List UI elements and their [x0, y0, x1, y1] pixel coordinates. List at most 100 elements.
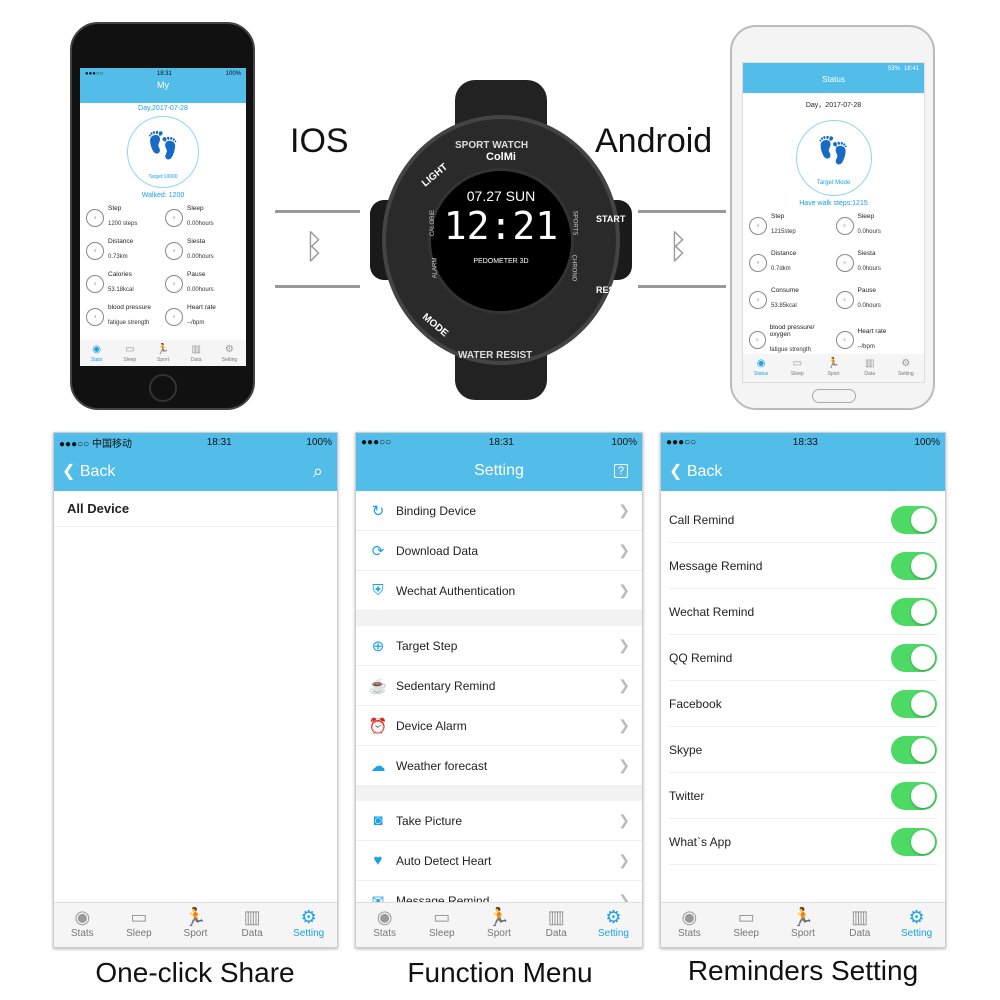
tab-setting[interactable]: ⚙ Setting	[280, 903, 337, 947]
tab-sport[interactable]: 🏃 Sport	[146, 340, 179, 366]
tab-label: Sleep	[123, 357, 137, 363]
tab-label: Setting	[898, 371, 914, 377]
stat-item[interactable]: ◦ Siesta 0.00hours	[165, 238, 240, 263]
back-button[interactable]: ❮ Back	[669, 461, 722, 481]
reminder-row: Wechat Remind	[669, 589, 937, 635]
gear-icon: ⚙	[224, 344, 234, 355]
tab-sleep[interactable]: ▭ Sleep	[718, 903, 775, 947]
menu-item[interactable]: ⏰ Device Alarm ❯	[356, 706, 642, 746]
stat-item[interactable]: ◦ Distance 0.7dkm	[749, 250, 832, 275]
tab-data[interactable]: ▥ Data	[180, 340, 213, 366]
bar-chart-icon: ▥	[191, 344, 201, 355]
stat-value: fatigue strength	[769, 347, 812, 353]
chevron-right-icon: ❯	[618, 852, 630, 868]
menu-item[interactable]: ♥ Auto Detect Heart ❯	[356, 841, 642, 881]
stat-item[interactable]: ◦ Siesta 0.0hours	[835, 250, 919, 275]
tab-bar: ◉ Stats ▭ Sleep 🏃 Sport ▥ Data ⚙ Setting	[661, 902, 945, 947]
tab-data[interactable]: ▥ Data	[852, 354, 888, 382]
chevron-right-icon: ❯	[618, 582, 630, 598]
home-button[interactable]	[149, 374, 177, 402]
menu-item[interactable]: ☁ Weather forecast ❯	[356, 746, 642, 786]
stat-item[interactable]: ◦ Sleep 0.00hours	[165, 205, 240, 230]
start-button[interactable]: START	[596, 214, 625, 224]
tab-stats[interactable]: ◉ Stats	[661, 903, 718, 947]
stats-icon: ◉	[92, 344, 101, 355]
stat-item[interactable]: ◦ Pause 0.00hours	[165, 271, 240, 296]
stat-item[interactable]: ◦ Distance 0.73km	[86, 238, 161, 263]
tab-label: Sport	[157, 357, 169, 363]
stat-label: blood pressure/ oxygen	[769, 324, 815, 338]
stat-item[interactable]: ◦ Step 1200 steps	[86, 205, 161, 230]
back-button[interactable]: ❮ Back	[62, 461, 115, 481]
menu-item[interactable]: ⟳ Download Data ❯	[356, 531, 642, 571]
stat-item[interactable]: ◦ blood pressure fatigue strength	[86, 304, 161, 329]
lock-sync-icon: ↻	[371, 502, 385, 520]
bed-icon: ▭	[130, 907, 148, 927]
tab-sleep[interactable]: ▭ Sleep	[779, 354, 815, 382]
tab-sport[interactable]: 🏃 Sport	[470, 903, 527, 947]
tab-stats[interactable]: ◉ Stats	[80, 340, 113, 366]
status-battery: 100%	[306, 436, 332, 448]
tab-sport[interactable]: 🏃 Sport	[775, 903, 832, 947]
reminder-toggle[interactable]	[891, 735, 937, 764]
reminder-label: Facebook	[669, 696, 722, 711]
stat-item[interactable]: ◦ Calories 53.18kcal	[86, 271, 161, 296]
reminder-toggle[interactable]	[891, 505, 937, 534]
menu-item[interactable]: ☕ Sedentary Remind ❯	[356, 666, 642, 706]
tab-sleep[interactable]: ▭ Sleep	[413, 903, 470, 947]
tab-setting[interactable]: ⚙ Setting	[585, 903, 642, 947]
tab-setting[interactable]: ⚙ Setting	[888, 354, 924, 382]
reminder-toggle[interactable]	[891, 597, 937, 626]
tab-setting[interactable]: ⚙ Setting	[213, 340, 246, 366]
screen-title: Setting	[474, 462, 524, 479]
reminder-toggle[interactable]	[891, 781, 937, 810]
stat-item[interactable]: ◦ Heart rate --/bpm	[165, 304, 240, 329]
reminder-toggle[interactable]	[891, 689, 937, 718]
reminder-toggle[interactable]	[891, 551, 937, 580]
stat-item[interactable]: ◦ Pause 0.0hours	[835, 287, 919, 312]
reminder-toggle[interactable]	[891, 643, 937, 672]
tab-bar: ◉ Stats ▭ Sleep 🏃 Sport ▥ Data ⚙ Setting	[356, 902, 642, 947]
tab-setting[interactable]: ⚙ Setting	[888, 903, 945, 947]
tab-stats[interactable]: ◉ Stats	[356, 903, 413, 947]
tab-status[interactable]: ◉ Status	[743, 354, 779, 382]
runner-icon: 🏃	[791, 907, 815, 927]
tab-label: Sport	[827, 371, 840, 377]
reminder-toggle[interactable]	[891, 827, 937, 856]
tab-sport[interactable]: 🏃 Sport	[815, 354, 851, 382]
stat-item[interactable]: ◦ blood pressure/ oxygen fatigue strength	[749, 324, 832, 356]
tab-sleep[interactable]: ▭ Sleep	[111, 903, 168, 947]
stat-value: 0.0hours	[857, 303, 881, 309]
bar-chart-icon: ▥	[547, 907, 565, 927]
screen-title: My	[157, 80, 169, 90]
tab-data[interactable]: ▥ Data	[224, 903, 281, 947]
stat-value: --/bpm	[857, 343, 875, 350]
stat-item[interactable]: ◦ Heart rate --/bpm	[835, 324, 919, 356]
menu-item[interactable]: ⊕ Target Step ❯	[356, 626, 642, 666]
share-screen: ●●●○○ 中国移动 18:31 100% ❮ Back ⌕ All Device ◉…	[53, 432, 338, 948]
tab-data[interactable]: ▥ Data	[528, 903, 585, 947]
reset-button[interactable]: RESET	[596, 285, 626, 295]
help-icon[interactable]: ?	[613, 464, 628, 478]
menu-item[interactable]: ◙ Take Picture ❯	[356, 801, 642, 841]
menu-item-label: Take Picture	[396, 813, 463, 828]
stat-item[interactable]: ◦ Consume 53.85kcal	[749, 287, 832, 312]
stat-icon: ◦	[86, 241, 104, 260]
arrow-right	[275, 210, 360, 213]
reminder-row: Twitter	[669, 773, 937, 819]
home-button[interactable]	[812, 389, 856, 403]
ring-label: WATER RESIST	[458, 350, 533, 361]
menu-item-label: Weather forecast	[396, 758, 488, 773]
stat-item[interactable]: ◦ Step 1215step	[749, 213, 832, 238]
menu-item[interactable]: ⛨ Wechat Authentication ❯	[356, 571, 642, 611]
tab-sleep[interactable]: ▭ Sleep	[113, 340, 146, 366]
tab-bar: ◉ Stats ▭ Sleep 🏃 Sport ▥ Data ⚙ Setting	[80, 340, 246, 366]
menu-item[interactable]: ↻ Binding Device ❯	[356, 491, 642, 531]
tab-stats[interactable]: ◉ Stats	[54, 903, 111, 947]
tab-sport[interactable]: 🏃 Sport	[167, 903, 224, 947]
stat-item[interactable]: ◦ Sleep 0.0hours	[835, 213, 919, 238]
stat-label: blood pressure	[108, 304, 151, 311]
ring-label: SPORT WATCH	[455, 140, 529, 151]
search-icon[interactable]: ⌕	[313, 461, 323, 482]
tab-data[interactable]: ▥ Data	[831, 903, 888, 947]
